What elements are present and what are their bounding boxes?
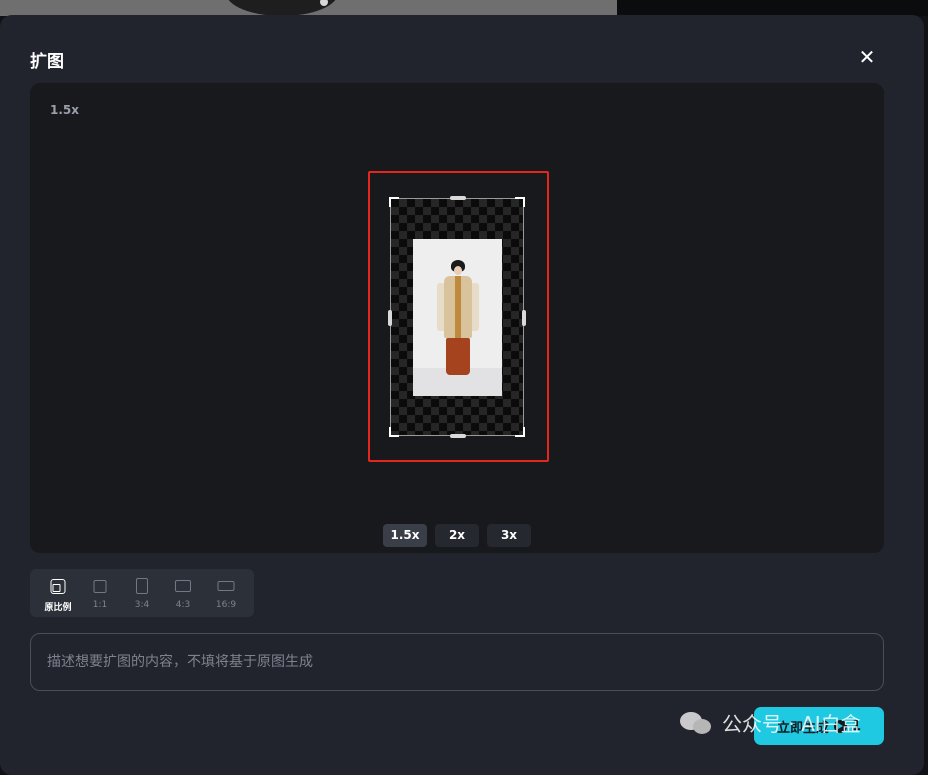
background-dark-area <box>617 0 928 16</box>
ratio-option-16-9[interactable]: 16:9 <box>206 569 246 617</box>
ratio-option-1-1[interactable]: 1:1 <box>80 569 120 617</box>
ratio-label: 4:3 <box>175 600 191 610</box>
current-scale-label: 1.5x <box>50 103 79 117</box>
ratio-option-3-4[interactable]: 3:4 <box>122 569 162 617</box>
close-icon[interactable]: ✕ <box>856 46 878 68</box>
edge-handle-bottom[interactable] <box>450 434 466 438</box>
figure-face <box>454 266 462 275</box>
scale-tab-1-5x[interactable]: 1.5x <box>383 524 427 547</box>
watermark: 公众号 · AI白盒 <box>680 708 861 737</box>
ratio-label: 3:4 <box>134 600 150 610</box>
edge-handle-left[interactable] <box>388 310 392 326</box>
landscape-ratio-icon <box>175 580 191 592</box>
source-photo <box>413 239 502 396</box>
expand-area-frame[interactable] <box>388 196 526 438</box>
figure-skirt <box>446 338 470 375</box>
preview-canvas: 1.5x 1.5x 2x 3x <box>30 83 884 553</box>
corner-handle-top-left[interactable] <box>389 197 399 207</box>
edge-handle-top[interactable] <box>450 196 466 200</box>
widescreen-ratio-icon <box>217 581 235 591</box>
ratio-option-4-3[interactable]: 4:3 <box>163 569 203 617</box>
portrait-ratio-icon <box>136 578 148 594</box>
corner-handle-bottom-left[interactable] <box>389 427 399 437</box>
corner-handle-bottom-right[interactable] <box>515 427 525 437</box>
scale-tabs: 1.5x 2x 3x <box>383 524 531 547</box>
square-ratio-icon <box>93 580 107 593</box>
ratio-label: 1:1 <box>92 600 108 610</box>
dialog-title: 扩图 <box>30 52 64 72</box>
figure-robe-trim <box>455 276 461 338</box>
ratio-option-original[interactable]: 原比例 <box>38 569 78 617</box>
edge-handle-right[interactable] <box>522 310 526 326</box>
outpaint-dialog: 扩图 ✕ 1.5x 1.5x 2x 3x 原比例 1:1 3:4 4:3 16:… <box>0 15 924 775</box>
scale-tab-2x[interactable]: 2x <box>435 524 479 547</box>
ratio-label: 16:9 <box>215 600 237 610</box>
ratio-label: 原比例 <box>44 603 72 613</box>
prompt-field <box>30 633 884 691</box>
original-ratio-icon <box>50 579 66 594</box>
corner-handle-top-right[interactable] <box>515 197 525 207</box>
aspect-ratio-selector: 原比例 1:1 3:4 4:3 16:9 <box>30 569 254 617</box>
wechat-icon <box>680 710 714 736</box>
prompt-input[interactable] <box>47 634 867 690</box>
watermark-text: 公众号 · AI白盒 <box>722 712 861 736</box>
scale-tab-3x[interactable]: 3x <box>487 524 531 547</box>
